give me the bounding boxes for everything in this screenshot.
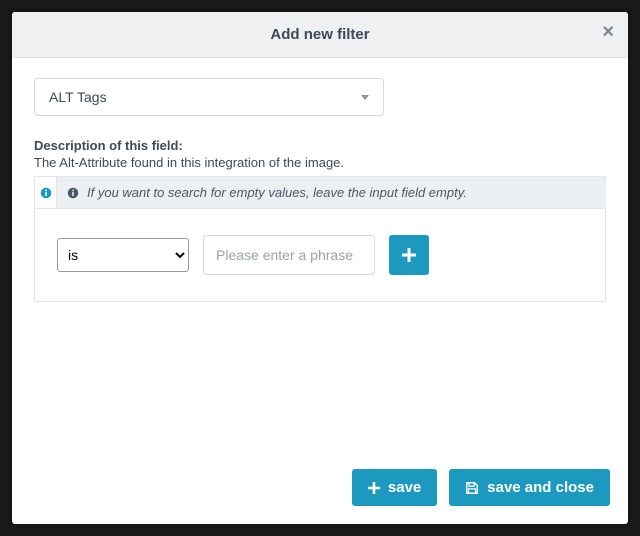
- phrase-input[interactable]: [203, 235, 375, 275]
- filter-field-dropdown[interactable]: ALT Tags: [34, 78, 384, 116]
- add-filter-modal: Add new filter × ALT Tags Description of…: [12, 12, 628, 524]
- condition-row: is: [34, 209, 606, 302]
- plus-icon: [402, 248, 416, 262]
- save-button[interactable]: save: [352, 469, 437, 506]
- close-icon: ×: [602, 21, 614, 43]
- save-icon: [465, 481, 479, 495]
- modal-footer: save save and close: [12, 457, 628, 524]
- description-label: Description of this field:: [34, 138, 606, 153]
- description-text: The Alt-Attribute found in this integrat…: [34, 155, 606, 170]
- save-close-label: save and close: [487, 479, 594, 496]
- chevron-down-icon: [361, 95, 369, 100]
- modal-body: ALT Tags Description of this field: The …: [12, 58, 628, 457]
- modal-title: Add new filter: [270, 26, 369, 43]
- dropdown-selected-label: ALT Tags: [49, 89, 107, 105]
- save-and-close-button[interactable]: save and close: [449, 469, 610, 506]
- save-label: save: [388, 479, 421, 496]
- add-condition-button[interactable]: [389, 235, 429, 275]
- info-icon: [40, 187, 52, 199]
- hint-strip: If you want to search for empty values, …: [34, 176, 606, 209]
- hint-body: If you want to search for empty values, …: [56, 176, 606, 209]
- hint-text: If you want to search for empty values, …: [87, 185, 467, 200]
- operator-select[interactable]: is: [57, 238, 189, 272]
- hint-badge: [34, 176, 56, 209]
- modal-header: Add new filter ×: [12, 12, 628, 58]
- plus-icon: [368, 482, 380, 494]
- close-button[interactable]: ×: [602, 22, 614, 42]
- info-icon: [67, 187, 79, 199]
